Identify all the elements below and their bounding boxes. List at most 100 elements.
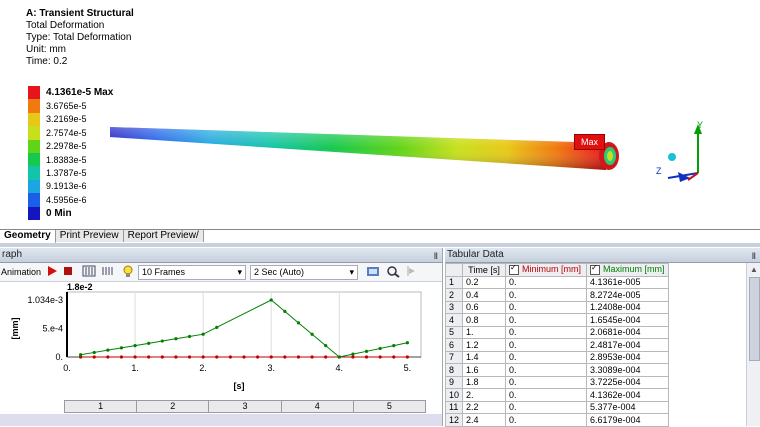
minimum-cell: 0. <box>505 288 588 302</box>
bulb-icon[interactable] <box>122 265 134 280</box>
row-index: 1 <box>444 275 464 289</box>
y-tick-label: 0. <box>55 352 63 362</box>
minimum-cell: 0. <box>505 325 588 339</box>
color-legend: 4.1361e-5 Max 3.6765e-5 3.2169e-5 2.7574e-5… <box>28 86 113 220</box>
graph-panel-title: raph Ⅱ <box>0 248 442 263</box>
maximum-cell: 4.1361e-005 <box>586 275 669 289</box>
time-cell: 2. <box>462 388 507 402</box>
legend-swatch <box>28 166 40 180</box>
stage-cell[interactable]: 3 <box>209 401 282 412</box>
table-row[interactable]: 7 1.4 0. 2.8953e-004 <box>444 350 669 364</box>
tab-geometry[interactable]: Geometry <box>0 230 56 244</box>
pin-icon[interactable]: Ⅱ <box>752 249 756 263</box>
data-point <box>351 352 355 356</box>
table-row[interactable]: 8 1.6 0. 3.3089e-004 <box>444 363 669 377</box>
pin-icon[interactable]: Ⅱ <box>434 249 438 263</box>
header-minimum-label: Minimum [mm] <box>522 264 582 275</box>
minimum-cell: 0. <box>505 350 588 364</box>
data-point <box>228 355 232 359</box>
table-row[interactable]: 5 1. 0. 2.0681e-004 <box>444 325 669 339</box>
result-sets-icon[interactable] <box>100 265 114 279</box>
time-cell: 2.2 <box>462 400 507 414</box>
table-row[interactable]: 6 1.2 0. 2.4817e-004 <box>444 338 669 352</box>
data-point <box>310 332 314 336</box>
data-point <box>296 321 301 325</box>
time-history-chart: 1.8e-2 1.034e-3 5.e-4 0.0. 1. 2. 3. 4. 5. [s] [mm] <box>10 282 422 391</box>
scroll-up-icon[interactable]: ▲ <box>750 265 758 274</box>
play-icon[interactable] <box>46 265 58 279</box>
zoom-fit-icon[interactable] <box>386 265 400 280</box>
legend-row: 1.8383e-5 <box>28 152 113 167</box>
time-cell: 0.6 <box>462 300 507 314</box>
y-top-label: 1.8e-2 <box>67 282 93 292</box>
legend-row: 3.6765e-5 <box>28 99 113 113</box>
table-row[interactable]: 4 0.8 0. 1.6545e-004 <box>444 313 669 327</box>
legend-swatch <box>28 206 40 220</box>
row-index: 3 <box>444 300 464 314</box>
legend-label: 4.5956e-6 <box>46 194 87 205</box>
data-point <box>283 355 287 359</box>
export-video-icon[interactable] <box>366 265 380 279</box>
table-row[interactable]: 12 2.4 0. 6.6179e-004 <box>444 413 669 427</box>
stage-cell[interactable]: 4 <box>282 401 354 412</box>
stage-cell[interactable]: 5 <box>354 401 425 412</box>
legend-label: 1.8383e-5 <box>46 154 87 165</box>
legend-swatch <box>28 86 40 100</box>
table-row[interactable]: 11 2.2 0. 5.377e-004 <box>444 400 669 414</box>
header-maximum[interactable]: Maximum [mm] <box>586 263 669 277</box>
tab-print-preview[interactable]: Print Preview <box>55 230 124 242</box>
tabular-panel-title: Tabular Data Ⅱ <box>445 248 760 263</box>
data-point <box>92 355 96 359</box>
row-index: 7 <box>444 350 464 364</box>
x-tick-label: 3. <box>267 363 275 373</box>
time-cell: 0.4 <box>462 288 507 302</box>
frames-select[interactable]: 10 Frames ▾ <box>138 264 247 280</box>
data-point <box>310 355 314 359</box>
time-cell: 1.4 <box>462 350 507 364</box>
stage-cell[interactable]: 2 <box>137 401 210 412</box>
table-row[interactable]: 1 0.2 0. 4.1361e-005 <box>444 275 669 289</box>
row-index: 6 <box>444 338 464 352</box>
table-row[interactable]: 3 0.6 0. 1.2408e-004 <box>444 300 669 314</box>
frames-distributed-icon[interactable] <box>82 265 96 279</box>
data-point <box>133 343 137 348</box>
checkbox-minimum[interactable] <box>509 263 520 276</box>
data-point <box>405 341 409 345</box>
arrow-icon[interactable] <box>406 265 416 279</box>
animation-label: Animation <box>1 267 42 277</box>
stage-cell[interactable]: 1 <box>65 401 138 412</box>
data-point <box>215 355 219 359</box>
duration-select[interactable]: 2 Sec (Auto) ▾ <box>250 264 359 280</box>
graph-bottom-tabs <box>0 414 442 426</box>
stop-icon[interactable] <box>62 265 74 279</box>
header-minimum[interactable]: Minimum [mm] <box>505 263 588 277</box>
maximum-cell: 2.4817e-004 <box>586 338 669 352</box>
maximum-cell: 2.8953e-004 <box>586 350 669 364</box>
legend-label: 4.1361e-5 Max <box>46 87 114 99</box>
row-index: 8 <box>444 363 464 377</box>
table-row[interactable]: 2 0.4 0. 8.2724e-005 <box>444 288 669 302</box>
minimum-cell: 0. <box>505 313 588 327</box>
header-time[interactable]: Time [s] <box>462 263 507 277</box>
vertical-scrollbar[interactable]: ▲ <box>746 263 760 426</box>
maximum-cell: 4.1362e-004 <box>586 388 669 402</box>
time-cell: 1.6 <box>462 363 507 377</box>
legend-label: 2.7574e-5 <box>46 127 87 138</box>
checkbox-maximum[interactable] <box>590 263 601 276</box>
data-point <box>133 355 137 359</box>
data-point <box>160 355 164 359</box>
info-line-1: Total Deformation <box>26 20 105 31</box>
legend-row: 2.2978e-5 <box>28 139 113 153</box>
legend-row: 3.2169e-5 <box>28 112 113 127</box>
tab-report-preview[interactable]: Report Preview/ <box>123 230 204 242</box>
table-row[interactable]: 9 1.8 0. 3.7225e-004 <box>444 375 669 389</box>
legend-row: 1.3787e-5 <box>28 166 113 180</box>
info-line-4: Time: 0.2 <box>26 56 68 67</box>
data-point <box>364 349 369 353</box>
scroll-thumb[interactable] <box>749 277 760 361</box>
table-row[interactable]: 10 2. 0. 4.1362e-004 <box>444 388 669 402</box>
data-point <box>201 332 205 336</box>
chevron-down-icon: ▾ <box>237 266 243 277</box>
chevron-down-icon: ▾ <box>349 266 355 277</box>
header-maximum-label: Maximum [mm] <box>603 264 665 275</box>
